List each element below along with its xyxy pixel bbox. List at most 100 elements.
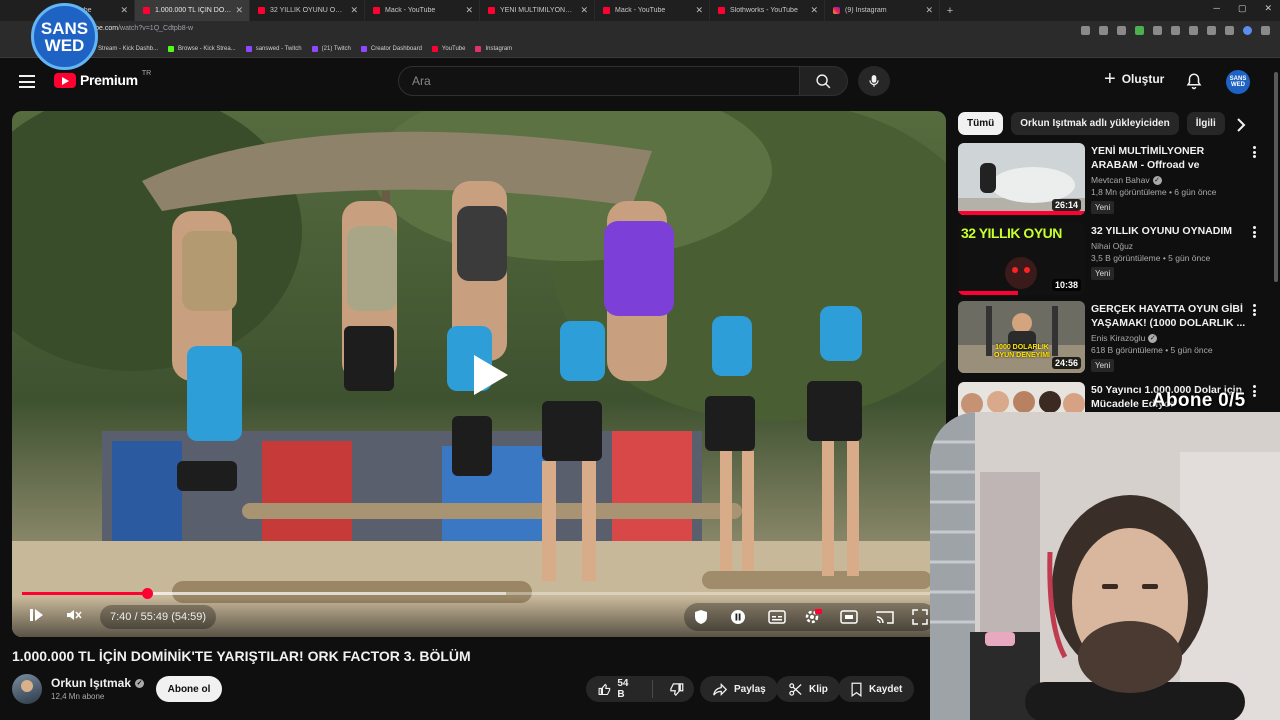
- twitch-icon: [245, 46, 252, 52]
- pause-skip-button[interactable]: [730, 609, 746, 625]
- bookmark-star-icon[interactable]: [1117, 26, 1126, 35]
- bookmarks-bar: Stream - Kick Dashb... Browse - Kick Str…: [0, 41, 1280, 58]
- video-thumbnail[interactable]: 1000 DOLARLIK OYUN DENEYİMİ 24:56: [958, 301, 1085, 373]
- settings-button[interactable]: [804, 609, 822, 625]
- browser-tab[interactable]: YENİ MULTİMİLYONER ARABAM✕: [480, 0, 595, 21]
- extension-icon[interactable]: [1171, 26, 1180, 35]
- search-input[interactable]: [399, 67, 799, 95]
- chip-from-uploader[interactable]: Orkun Işıtmak adlı yükleyiciden: [1011, 112, 1179, 135]
- bookmark-item[interactable]: (21) Twitch: [311, 46, 351, 52]
- recommendation-title[interactable]: 32 YILLIK OYUNU OYNADIM: [1091, 224, 1246, 238]
- extension-icon[interactable]: [1189, 26, 1198, 35]
- subtitles-button[interactable]: [768, 609, 786, 625]
- progress-bar[interactable]: [22, 588, 936, 599]
- menu-icon[interactable]: [19, 75, 35, 88]
- maximize-icon[interactable]: ▢: [1238, 3, 1247, 14]
- dislike-button[interactable]: [659, 676, 694, 702]
- browser-tab[interactable]: Slothworks - YouTube ✕: [710, 0, 825, 21]
- tab-close-icon[interactable]: ✕: [925, 5, 933, 16]
- recommendation-item[interactable]: 32 YILLIK OYUN 10:38 32 YILLIK OYUNU OYN…: [958, 223, 1258, 295]
- extension-icon[interactable]: [1153, 26, 1162, 35]
- channel-name[interactable]: Orkun Işıtmak ✓: [51, 676, 145, 690]
- video-thumbnail[interactable]: 32 YILLIK OYUN 10:38: [958, 223, 1085, 295]
- sponsorblock-button[interactable]: [693, 609, 709, 625]
- tab-close-icon[interactable]: ✕: [580, 5, 588, 16]
- cast-icon: [876, 611, 894, 624]
- install-icon[interactable]: [1099, 26, 1108, 35]
- duration-badge: 24:56: [1051, 357, 1081, 369]
- channel-avatar[interactable]: [12, 674, 42, 704]
- search-button[interactable]: [800, 66, 848, 96]
- extensions-puzzle-icon[interactable]: [1207, 26, 1216, 35]
- shield-icon: [695, 610, 707, 624]
- bookmark-item[interactable]: Creator Dashboard: [360, 46, 422, 52]
- browser-menu-icon[interactable]: [1261, 26, 1270, 35]
- instagram-icon: [475, 46, 482, 52]
- page-scrollbar[interactable]: [1272, 64, 1280, 289]
- extension-icon[interactable]: [1135, 26, 1144, 35]
- chevron-right-icon[interactable]: [1234, 118, 1248, 132]
- tab-close-icon[interactable]: ✕: [695, 5, 703, 16]
- recommendation-channel[interactable]: Enis Kirazoglu ✓: [1091, 333, 1246, 343]
- account-avatar[interactable]: SANS WED: [1226, 70, 1250, 94]
- browser-tab[interactable]: Mack - YouTube ✕: [365, 0, 480, 21]
- browser-tab[interactable]: 32 YILLIK OYUNU OYNADIM - Y✕: [250, 0, 365, 21]
- more-options-icon[interactable]: [1252, 304, 1256, 316]
- recommendation-item[interactable]: 1000 DOLARLIK OYUN DENEYİMİ 24:56 GERÇEK…: [958, 301, 1258, 373]
- tab-close-icon[interactable]: ✕: [810, 5, 818, 16]
- recommendation-title[interactable]: YENİ MULTİMİLYONER ARABAM - Offroad ve d…: [1091, 144, 1246, 172]
- youtube-favicon-icon: [373, 7, 380, 14]
- tab-close-icon[interactable]: ✕: [120, 5, 128, 16]
- browser-tab[interactable]: Mack - YouTube ✕: [595, 0, 710, 21]
- tab-close-icon[interactable]: ✕: [350, 5, 358, 16]
- youtube-icon: [431, 46, 438, 52]
- more-options-icon[interactable]: [1252, 226, 1256, 238]
- save-button[interactable]: Kaydet: [838, 676, 915, 702]
- recommendation-channel[interactable]: Nihai Oğuz: [1091, 241, 1246, 251]
- clip-button[interactable]: Klip: [776, 676, 840, 702]
- miniplayer-button[interactable]: [840, 609, 858, 625]
- video-thumbnail[interactable]: 26:14: [958, 143, 1085, 215]
- zoom-icon[interactable]: [1081, 26, 1090, 35]
- bookmark-item[interactable]: YouTube: [431, 46, 465, 52]
- browser-tab[interactable]: (9) Instagram ✕: [825, 0, 940, 21]
- bookmark-item[interactable]: Instagram: [475, 46, 512, 52]
- notifications-button[interactable]: [1185, 71, 1203, 96]
- youtube-premium-logo[interactable]: Premium TR: [54, 70, 151, 88]
- new-tab-button[interactable]: +: [940, 5, 960, 17]
- recommendation-channel[interactable]: Mevtcan Bahav ✓: [1091, 175, 1246, 185]
- video-player[interactable]: 7:40 / 55:49 (54:59): [12, 111, 946, 637]
- more-options-icon[interactable]: [1252, 146, 1256, 158]
- cast-button[interactable]: [876, 609, 894, 625]
- close-window-icon[interactable]: ✕: [1264, 3, 1272, 14]
- subscribe-button[interactable]: Abone ol: [156, 676, 222, 702]
- more-options-icon[interactable]: [1252, 385, 1256, 397]
- browser-tab-active[interactable]: 1.000.000 TL İÇİN DOMİNİK'TE✕: [135, 0, 250, 21]
- play-pause-button[interactable]: [28, 607, 44, 623]
- volume-muted-icon: [67, 610, 82, 620]
- like-button[interactable]: 54 B: [586, 676, 646, 702]
- recommendation-item[interactable]: 26:14 YENİ MULTİMİLYONER ARABAM - Offroa…: [958, 143, 1258, 215]
- bookmark-item[interactable]: Stream - Kick Dashb...: [88, 46, 158, 52]
- chip-related[interactable]: İlgili: [1186, 112, 1225, 135]
- streamer-logo: SANS WED: [31, 3, 98, 70]
- create-button[interactable]: + Oluştur: [1104, 69, 1164, 89]
- time-display: 7:40 / 55:49 (54:59): [100, 605, 217, 629]
- play-overlay-icon[interactable]: [470, 353, 510, 397]
- minimize-icon[interactable]: ─: [1214, 3, 1220, 14]
- profile-icon[interactable]: [1243, 26, 1252, 35]
- chip-all[interactable]: Tümü: [958, 112, 1004, 135]
- bookmark-item[interactable]: Browse - Kick Strea...: [168, 46, 236, 52]
- gear-icon: [805, 609, 822, 624]
- recommendation-title[interactable]: GERÇEK HAYATTA OYUN GİBİ YAŞAMAK! (1000 …: [1091, 302, 1246, 330]
- tab-close-icon[interactable]: ✕: [465, 5, 473, 16]
- twitch-icon: [360, 46, 367, 52]
- tab-close-icon[interactable]: ✕: [235, 5, 243, 16]
- verified-check-icon: ✓: [1152, 175, 1162, 185]
- voice-search-button[interactable]: [858, 66, 890, 96]
- fullscreen-button[interactable]: [912, 609, 928, 625]
- bookmark-item[interactable]: sanswed - Twitch: [245, 46, 302, 52]
- sidebar-icon[interactable]: [1225, 26, 1234, 35]
- share-button[interactable]: Paylaş: [700, 676, 778, 702]
- volume-button[interactable]: [66, 607, 82, 623]
